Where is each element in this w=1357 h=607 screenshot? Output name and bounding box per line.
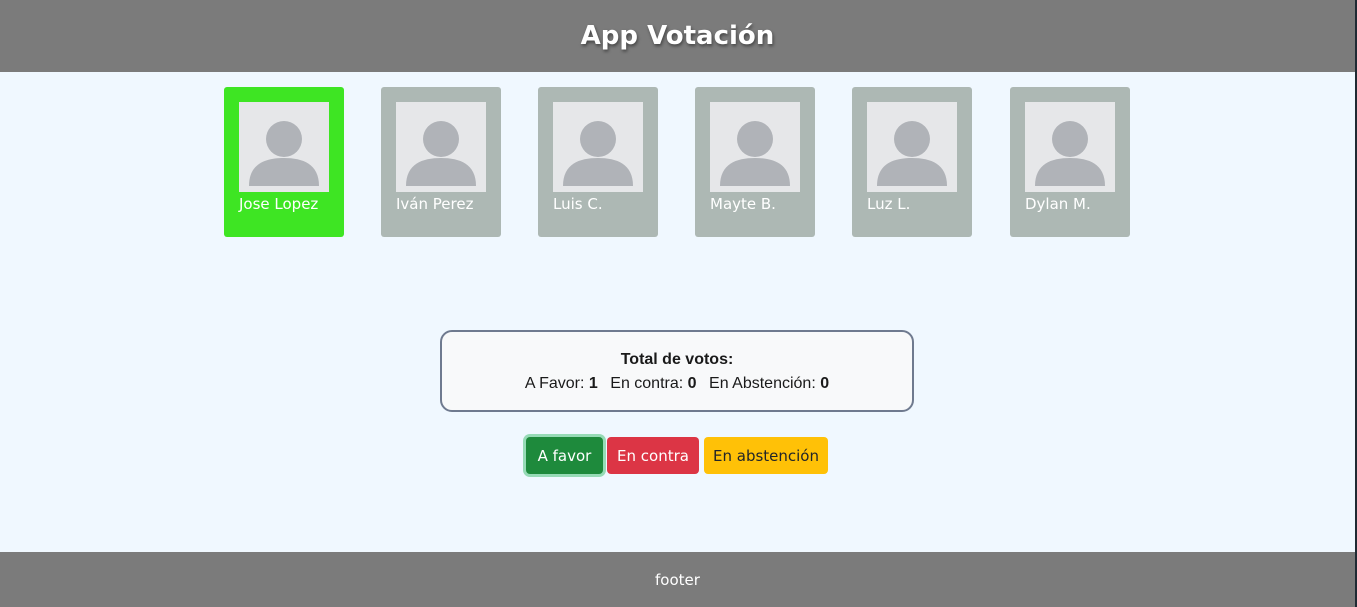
avatar — [396, 102, 486, 192]
candidate-name: Dylan M. — [1025, 195, 1091, 213]
vote-totals-panel: Total de votos: A Favor: 1 En contra: 0 … — [440, 330, 914, 412]
candidate-card-mayte-b[interactable]: Mayte B. — [695, 87, 815, 237]
abstencion-label: En Abstención: — [709, 375, 816, 392]
user-silhouette-icon — [720, 121, 790, 186]
contra-label: En contra: — [610, 375, 684, 392]
avatar — [553, 102, 643, 192]
candidate-card-luis-c[interactable]: Luis C. — [538, 87, 658, 237]
candidate-name: Luis C. — [553, 195, 603, 213]
avatar — [867, 102, 957, 192]
candidate-card-dylan-m[interactable]: Dylan M. — [1010, 87, 1130, 237]
avatar — [239, 102, 329, 192]
avatar — [1025, 102, 1115, 192]
totals-title: Total de votos: — [620, 351, 734, 368]
favor-label: A Favor: — [524, 375, 585, 392]
app-footer: footer — [0, 552, 1355, 607]
avatar — [710, 102, 800, 192]
candidate-name: Iván Perez — [396, 195, 474, 213]
user-silhouette-icon — [249, 121, 319, 186]
favor-count: 1 — [588, 375, 598, 392]
abstencion-count: 0 — [820, 375, 830, 392]
user-silhouette-icon — [563, 121, 633, 186]
candidate-card-ivan-perez[interactable]: Iván Perez — [381, 87, 501, 237]
app-header: App Votación — [0, 0, 1355, 72]
vote-contra-button[interactable]: En contra — [607, 437, 699, 474]
footer-text: footer — [655, 570, 700, 589]
contra-count: 0 — [687, 375, 697, 392]
vote-abstencion-button[interactable]: En abstención — [704, 437, 828, 474]
candidate-name: Mayte B. — [710, 195, 776, 213]
candidate-card-luz-l[interactable]: Luz L. — [852, 87, 972, 237]
vote-favor-button[interactable]: A favor — [526, 437, 603, 474]
candidate-list: Jose Lopez Iván Perez Luis C. Mayte B. L… — [224, 87, 1130, 237]
user-silhouette-icon — [406, 121, 476, 186]
user-silhouette-icon — [1035, 121, 1105, 186]
candidate-card-jose-lopez[interactable]: Jose Lopez — [224, 87, 344, 237]
page-title: App Votación — [580, 21, 775, 51]
user-silhouette-icon — [877, 121, 947, 186]
candidate-name: Jose Lopez — [239, 195, 319, 213]
candidate-name: Luz L. — [867, 195, 911, 213]
totals-summary: A Favor: 1 En contra: 0 En Abstención: 0 — [442, 375, 912, 393]
